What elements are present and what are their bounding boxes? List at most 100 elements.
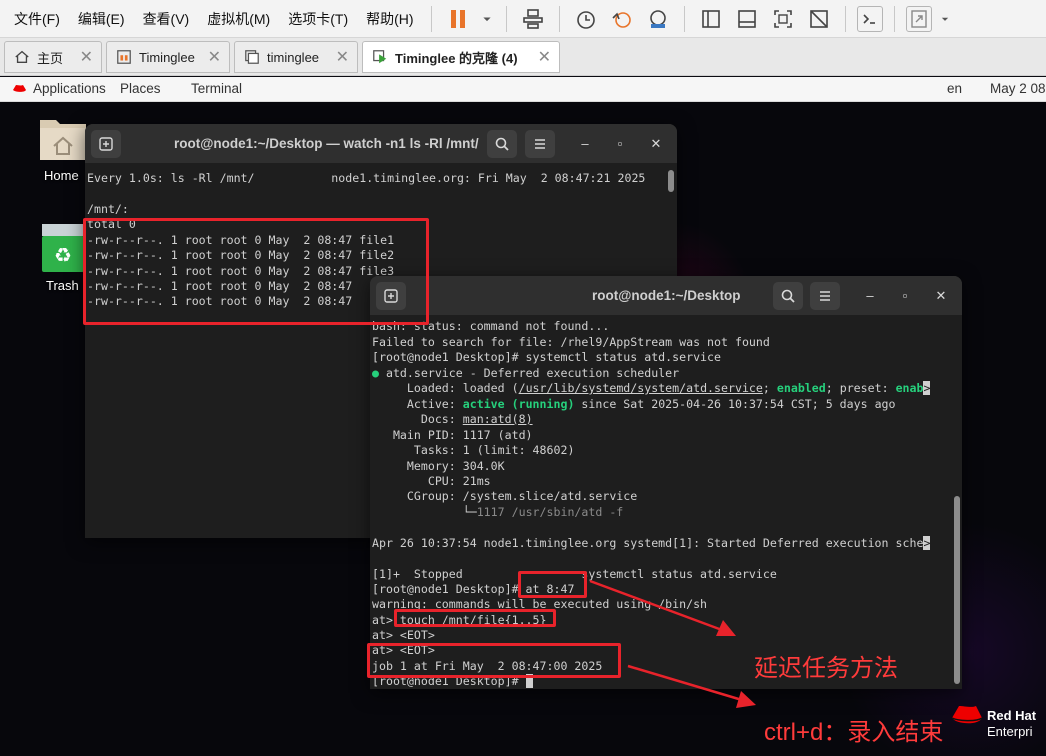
maximize-button[interactable]: ▫ (895, 286, 915, 306)
terminal-line: CPU: 21ms (372, 474, 491, 488)
home-icon (13, 48, 31, 66)
search-button[interactable] (773, 282, 803, 310)
toolbar-separator (430, 5, 432, 32)
home-folder-icon[interactable] (38, 114, 88, 164)
menu-button[interactable] (525, 130, 555, 158)
close-icon[interactable]: ✕ (538, 47, 551, 67)
console-view-icon[interactable] (856, 5, 883, 32)
revert-snapshot-icon[interactable] (607, 4, 637, 34)
send-ctrl-alt-del-icon[interactable] (518, 4, 548, 34)
close-icon[interactable]: ✕ (208, 47, 221, 67)
home-label: Home (44, 168, 79, 183)
terminal-headerbar: root@node1:~/Desktop — watch -n1 ls -Rl … (85, 124, 677, 164)
maximize-button[interactable]: ▫ (610, 134, 630, 154)
pause-icon[interactable] (443, 4, 473, 34)
tab-label: timinglee (267, 49, 320, 65)
docs-link: man:atd(8) (462, 412, 533, 426)
minimize-button[interactable]: – (860, 286, 880, 306)
terminal-line: Tasks: 1 (limit: 48602) (372, 443, 575, 457)
hamburger-menu-icon (535, 139, 545, 149)
highlight-box-job-line (367, 643, 621, 678)
annotation-ctrl-d: ctrl+d：录入结束 (764, 719, 944, 746)
gnome-top-bar: Applications Places Terminal en May 2 08 (0, 77, 1046, 102)
close-icon[interactable]: ✕ (80, 47, 93, 67)
close-button[interactable]: ✕ (646, 134, 666, 154)
hamburger-menu-icon (820, 291, 830, 301)
highlight-box-at-command (518, 571, 587, 598)
search-icon (781, 289, 795, 303)
snapshot-icon[interactable] (571, 4, 601, 34)
process-line: 1117 /usr/sbin/atd -f (476, 505, 624, 519)
terminal-title: root@node1:~/Desktop (592, 288, 741, 303)
trash-label: Trash (46, 278, 79, 293)
terminal-output[interactable]: bash: status: command not found... Faile… (370, 316, 962, 689)
minimize-button[interactable]: – (575, 134, 595, 154)
snapshot-manager-icon[interactable] (643, 4, 673, 34)
menu-view[interactable]: 查看(V) (134, 0, 199, 38)
trash-icon[interactable]: ♻ (40, 222, 86, 274)
clock[interactable]: May 2 08 (990, 81, 1046, 96)
scrollbar-thumb[interactable] (668, 170, 674, 192)
terminal-line: └─1117 /usr/sbin/atd -f (372, 505, 624, 520)
truncation-marker: > (923, 381, 931, 395)
vm-icon (115, 48, 133, 66)
menu-file[interactable]: 文件(F) (0, 0, 69, 38)
tab-timinglee-1[interactable]: Timinglee ✕ (106, 41, 230, 73)
close-button[interactable]: ✕ (931, 286, 951, 306)
preset-label: ; preset: (825, 381, 896, 395)
places-menu[interactable]: Places (120, 81, 161, 96)
stretch-view-icon[interactable] (905, 5, 932, 32)
tab-label: Timinglee (139, 49, 195, 65)
terminal-headerbar: root@node1:~/Desktop – ▫ ✕ (370, 276, 962, 316)
svg-text:♻: ♻ (54, 243, 72, 267)
language-indicator[interactable]: en (947, 81, 962, 96)
active-since: since Sat 2025-04-26 10:37:54 CST; 5 day… (574, 397, 896, 411)
toolbar-separator (683, 5, 685, 32)
toolbar-separator (558, 5, 560, 32)
terminal-window-main[interactable]: root@node1:~/Desktop – ▫ ✕ bash: status:… (370, 276, 962, 689)
service-header: atd.service - Deferred execution schedul… (378, 366, 680, 380)
close-icon[interactable]: ✕ (336, 47, 349, 67)
vmware-menubar: 文件(F) 编辑(E) 查看(V) 虚拟机(M) 选项卡(T) 帮助(H) (0, 0, 1046, 38)
tab-timinglee-2[interactable]: timinglee ✕ (234, 41, 358, 73)
highlight-box-file-list (83, 218, 429, 325)
separator: ; (762, 381, 777, 395)
toolbar-separator (844, 5, 846, 32)
toolbar-separator (505, 5, 507, 32)
new-tab-icon (99, 137, 113, 151)
unit-path: /usr/lib/systemd/system/atd.service (518, 381, 763, 395)
new-tab-button[interactable] (91, 130, 121, 158)
tab-home[interactable]: 主页 ✕ (4, 41, 102, 73)
terminal-line: Every 1.0s: ls -Rl /mnt/ node1.timinglee… (87, 171, 646, 185)
menu-vm[interactable]: 虚拟机(M) (198, 0, 279, 38)
terminal-line: CGroup: /system.slice/atd.service (372, 489, 638, 503)
search-button[interactable] (487, 130, 517, 158)
dropdown-arrow-icon[interactable] (479, 4, 495, 34)
tree-branch: └─ (372, 505, 477, 519)
terminal-menu[interactable]: Terminal (191, 81, 242, 96)
fit-guest-icon[interactable] (768, 4, 798, 34)
enabled-status: enabled (776, 381, 826, 395)
normal-view-icon[interactable] (696, 4, 726, 34)
no-tabs-view-icon[interactable] (732, 4, 762, 34)
menu-help[interactable]: 帮助(H) (357, 0, 422, 38)
terminal-line: Apr 26 10:37:54 node1.timinglee.org syst… (372, 536, 931, 551)
terminal-line: ● atd.service - Deferred execution sched… (372, 366, 679, 381)
journal-line: Apr 26 10:37:54 node1.timinglee.org syst… (372, 536, 924, 550)
terminal-line: Docs: man:atd(8) (372, 412, 533, 427)
terminal-line: /mnt/: (87, 202, 129, 216)
redhat-icon (13, 85, 26, 92)
applications-menu[interactable]: Applications (33, 81, 106, 96)
scrollbar-thumb[interactable] (954, 496, 960, 684)
dropdown-arrow-icon[interactable] (938, 4, 952, 34)
vm-icon (243, 48, 261, 66)
tab-timinglee-clone-4[interactable]: Timinglee 的克隆 (4) ✕ (362, 41, 560, 73)
terminal-title: root@node1:~/Desktop — watch -n1 ls -Rl … (174, 136, 479, 151)
menu-edit[interactable]: 编辑(E) (69, 0, 134, 38)
menu-tabs[interactable]: 选项卡(T) (279, 0, 357, 38)
redhat-logo-icon (951, 706, 983, 724)
unity-icon[interactable] (804, 4, 834, 34)
terminal-line: Main PID: 1117 (atd) (372, 428, 533, 442)
menu-button[interactable] (810, 282, 840, 310)
vmware-tabbar: 主页 ✕ Timinglee ✕ timinglee ✕ Timinglee 的… (0, 38, 1046, 76)
